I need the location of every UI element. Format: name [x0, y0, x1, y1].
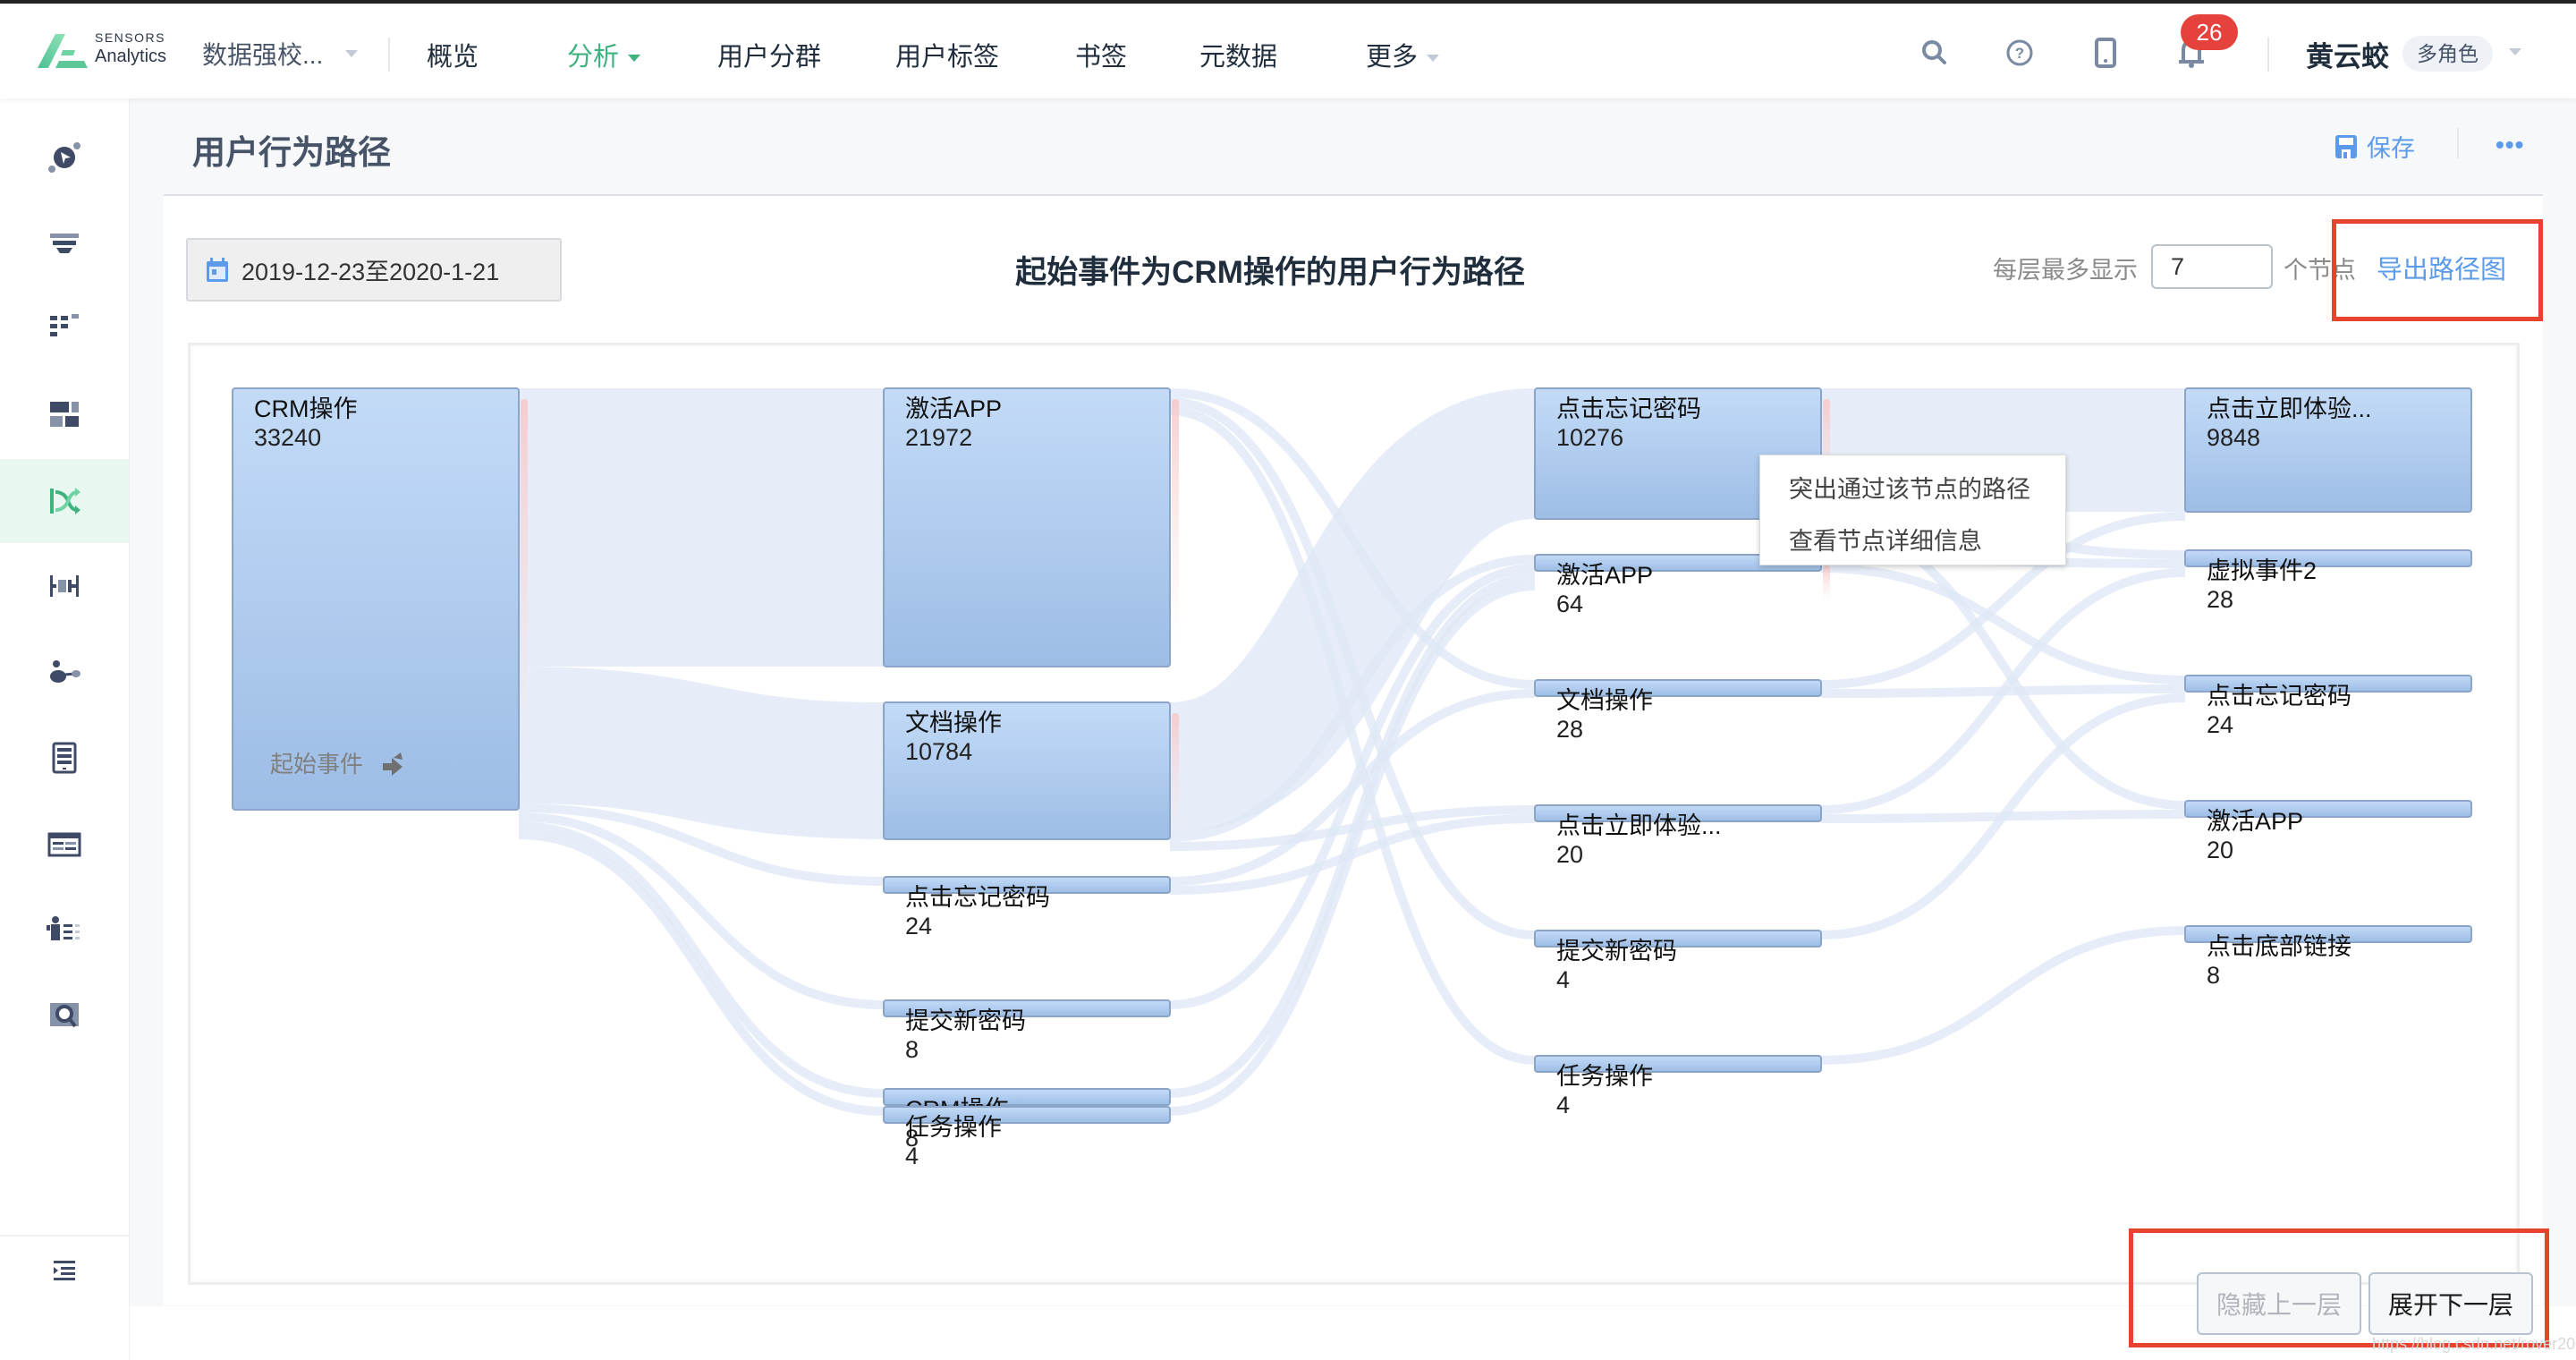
- user-role-badge: 多角色: [2402, 36, 2493, 72]
- funnel-icon: [50, 234, 79, 253]
- user-name[interactable]: 黄云蛟: [2306, 34, 2389, 74]
- sidebar-item-distribution-analysis[interactable]: [0, 372, 129, 456]
- nav-overview[interactable]: 概览: [427, 36, 479, 73]
- sidebar-item-user-sequence[interactable]: [0, 888, 129, 972]
- nav-analysis[interactable]: 分析: [567, 36, 641, 73]
- chevron-down-icon[interactable]: [2509, 48, 2521, 55]
- chevron-down-icon: [1427, 55, 1440, 63]
- cursor-orbit-icon: [48, 142, 80, 173]
- menu-item-node-details[interactable]: 查看节点详细信息: [1789, 522, 1982, 557]
- save-icon: [2335, 134, 2357, 158]
- sidebar-item-funnel-analysis[interactable]: [0, 201, 129, 285]
- blocks-icon: [50, 402, 79, 427]
- sidebar-item-retention-analysis[interactable]: [0, 286, 129, 370]
- path-shuffle-icon: [50, 488, 80, 514]
- toolbar-divider: [2457, 128, 2459, 158]
- save-label: 保存: [2367, 135, 2415, 162]
- sidebar-item-event-analysis[interactable]: [0, 115, 129, 199]
- header-divider: [388, 38, 390, 72]
- max-nodes-label: 每层最多显示: [1993, 257, 2138, 284]
- svg-text:?: ?: [2015, 45, 2024, 62]
- chevron-down-icon: [345, 50, 358, 57]
- annotation-highlight-box: [2332, 219, 2543, 321]
- sensors-analytics-logo[interactable]: SENSORS Analytics: [36, 30, 170, 75]
- logo-mark-icon: [38, 34, 88, 68]
- help-icon[interactable]: ?: [2004, 38, 2035, 68]
- top-navbar: SENSORS Analytics 数据强校... 概览 分析 用户分群 用户标…: [0, 4, 2576, 98]
- more-options-button[interactable]: •••: [2496, 131, 2524, 159]
- node-link-icon: [50, 660, 80, 683]
- nav-user-tags[interactable]: 用户标签: [895, 36, 999, 73]
- notification-badge: 26: [2181, 14, 2238, 50]
- logo-text-top: SENSORS: [95, 30, 165, 45]
- path-chart-container: [188, 343, 2520, 1285]
- sidebar-item-user-path[interactable]: [0, 459, 129, 543]
- nav-bookmarks[interactable]: 书签: [1075, 36, 1127, 73]
- sidebar-item-interval-analysis[interactable]: [0, 544, 129, 628]
- menu-item-highlight-path[interactable]: 突出通过该节点的路径: [1789, 470, 2030, 505]
- grid-icon: [50, 314, 79, 336]
- node-context-menu: 突出通过该节点的路径 查看节点详细信息: [1759, 455, 2066, 565]
- search-icon[interactable]: [1919, 38, 1950, 68]
- nav-user-segments[interactable]: 用户分群: [717, 36, 821, 73]
- nav-label: 分析: [567, 43, 620, 72]
- sidebar-item-web-heatmap[interactable]: [0, 716, 129, 800]
- save-button[interactable]: 保存: [2334, 129, 2415, 164]
- chevron-down-icon: [628, 55, 641, 63]
- annotation-highlight-box: [2129, 1228, 2549, 1347]
- sidebar-item-app-click-analysis[interactable]: [0, 803, 129, 887]
- search-box-icon: [50, 1003, 79, 1028]
- sidebar: [0, 98, 130, 1360]
- chart-title: 起始事件为CRM操作的用户行为路径: [1015, 255, 1525, 290]
- tablet-icon: [52, 742, 77, 774]
- nav-more[interactable]: 更多: [1366, 36, 1440, 73]
- mobile-icon[interactable]: [2090, 38, 2121, 68]
- sidebar-item-custom-query[interactable]: [0, 973, 129, 1058]
- nav-label: 用户标签: [895, 43, 1000, 72]
- logo-text-bottom: Analytics: [95, 47, 167, 66]
- nav-label: 更多: [1366, 43, 1419, 72]
- sidebar-item-attribution-analysis[interactable]: [0, 631, 129, 715]
- nav-label: 概览: [427, 43, 479, 72]
- max-nodes-input[interactable]: [2151, 244, 2273, 289]
- interval-icon: [50, 575, 79, 597]
- page-title: 用户行为路径: [192, 134, 391, 171]
- header-divider: [2267, 38, 2269, 72]
- calendar-icon: [207, 257, 228, 282]
- indent-icon: [54, 1261, 75, 1280]
- nav-label: 元数据: [1199, 43, 1278, 72]
- window-icon: [47, 832, 81, 857]
- project-selector[interactable]: 数据强校...: [202, 36, 358, 72]
- nav-metadata[interactable]: 元数据: [1199, 36, 1277, 73]
- watermark: https://blog.csdn.net/rover2002: [2372, 1335, 2576, 1353]
- date-range-picker[interactable]: 2019-12-23至2020-1-21: [186, 238, 562, 302]
- date-range-value: 2019-12-23至2020-1-21: [242, 259, 500, 285]
- sidebar-collapse-button[interactable]: [0, 1228, 129, 1313]
- project-name: 数据强校...: [202, 41, 324, 69]
- user-list-icon: [47, 916, 80, 940]
- nav-label: 书签: [1075, 43, 1128, 72]
- nav-label: 用户分群: [717, 43, 822, 72]
